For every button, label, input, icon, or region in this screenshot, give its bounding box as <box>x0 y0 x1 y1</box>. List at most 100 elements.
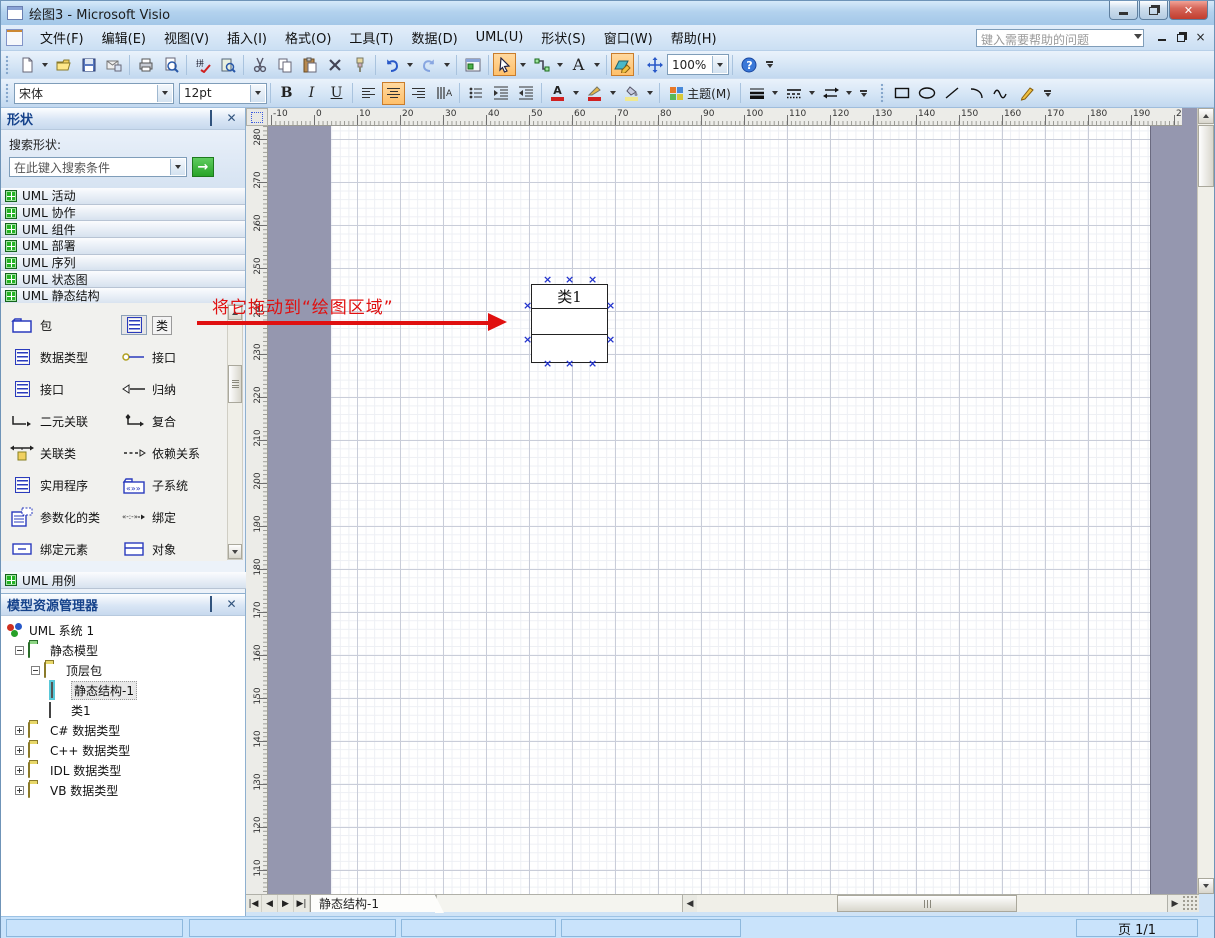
fill-color-button[interactable] <box>620 82 643 105</box>
research-button[interactable] <box>216 53 239 76</box>
next-page-button[interactable]: ▶ <box>278 895 294 912</box>
page-tab[interactable]: 静态结构-1 <box>310 895 436 912</box>
zoom-combo[interactable]: 100% <box>667 54 729 75</box>
hscroll-left-icon[interactable]: ◀ <box>682 895 697 912</box>
format-toolbar-options-dropdown[interactable] <box>857 82 870 105</box>
stencil-uml-usecase[interactable]: UML 用例 <box>1 572 246 589</box>
text-tool-button[interactable]: A <box>567 53 590 76</box>
menu-view[interactable]: 视图(V) <box>155 24 218 51</box>
menu-file[interactable]: 文件(F) <box>31 24 93 51</box>
collapse-icon[interactable] <box>31 666 40 675</box>
panel-close-icon[interactable]: ✕ <box>224 598 239 612</box>
shape-object[interactable]: 对象 <box>113 533 225 565</box>
shape-interface-class[interactable]: 接口 <box>1 373 113 405</box>
shape-binary-association[interactable]: 二元关联 <box>1 405 113 437</box>
bullets-button[interactable] <box>464 82 487 105</box>
line-color-button[interactable] <box>583 82 606 105</box>
model-explorer-titlebar[interactable]: 模型资源管理器 ✕ <box>1 594 245 616</box>
save-button[interactable] <box>77 53 100 76</box>
selection-handle[interactable]: × <box>588 276 597 284</box>
vertical-text-button[interactable]: A <box>432 82 455 105</box>
help-search-dropdown-icon[interactable] <box>1134 34 1142 39</box>
help-search-input[interactable]: 键入需要帮助的问题 <box>976 29 1144 47</box>
scrollbar-thumb[interactable] <box>1198 125 1214 187</box>
shape-subsystem[interactable]: «»»子系统 <box>113 469 225 501</box>
selection-handle[interactable]: × <box>588 360 597 368</box>
decrease-indent-button[interactable] <box>489 82 512 105</box>
font-color-button[interactable]: A <box>546 82 569 105</box>
paste-button[interactable] <box>298 53 321 76</box>
panel-maximize-icon[interactable] <box>203 598 218 612</box>
undo-dropdown[interactable] <box>404 53 415 76</box>
theme-button[interactable]: 主题(M) <box>664 82 736 105</box>
shapes-panel-titlebar[interactable]: 形状 ✕ <box>1 108 245 130</box>
font-name-dropdown-icon[interactable] <box>157 85 172 102</box>
selection-handle[interactable]: × <box>523 336 532 344</box>
shape-class[interactable]: 类 <box>113 309 225 341</box>
shape-utility[interactable]: 实用程序 <box>1 469 113 501</box>
tree-node-cpp-datatypes[interactable]: C++ 数据类型 <box>1 740 245 760</box>
align-center-button[interactable] <box>382 82 405 105</box>
stencil-uml-sequence[interactable]: UML 序列 <box>1 255 245 272</box>
menu-help[interactable]: 帮助(H) <box>662 24 726 51</box>
selection-handle[interactable]: × <box>565 276 574 284</box>
doc-minimize-button[interactable] <box>1158 32 1166 41</box>
scroll-down-icon[interactable] <box>1198 878 1214 894</box>
format-painter-button[interactable] <box>348 53 371 76</box>
drawing-tool-button[interactable] <box>611 53 634 76</box>
menu-format[interactable]: 格式(O) <box>276 24 340 51</box>
menu-shape[interactable]: 形状(S) <box>532 24 594 51</box>
help-button[interactable]: ? <box>737 53 760 76</box>
horizontal-scrollbar[interactable] <box>697 895 1167 912</box>
menu-data[interactable]: 数据(D) <box>403 24 467 51</box>
tree-node-idl-datatypes[interactable]: IDL 数据类型 <box>1 760 245 780</box>
fill-color-dropdown[interactable] <box>644 82 655 105</box>
shape-association-class[interactable]: 关联类 <box>1 437 113 469</box>
tree-node-static-model[interactable]: 静态模型 <box>1 640 245 660</box>
restore-button[interactable] <box>1139 1 1168 20</box>
font-name-combo[interactable]: 宋体 <box>14 83 174 104</box>
search-go-button[interactable]: → <box>192 157 214 177</box>
class-attributes-compartment[interactable] <box>532 309 607 335</box>
italic-button[interactable]: I <box>300 82 323 105</box>
scroll-down-icon[interactable] <box>228 544 242 559</box>
search-dropdown-icon[interactable] <box>170 159 185 175</box>
shape-interface-lollipop[interactable]: 接口 <box>113 341 225 373</box>
expand-icon[interactable] <box>15 786 24 795</box>
selection-handle[interactable]: × <box>523 302 532 310</box>
vertical-scrollbar[interactable] <box>1197 108 1214 894</box>
pointer-tool-button[interactable] <box>493 53 516 76</box>
resize-grip[interactable] <box>1182 895 1199 912</box>
stencil-uml-statechart[interactable]: UML 状态图 <box>1 271 245 288</box>
hscroll-right-icon[interactable]: ▶ <box>1167 895 1182 912</box>
font-size-dropdown-icon[interactable] <box>250 85 265 102</box>
doc-close-button[interactable]: × <box>1195 31 1206 42</box>
shape-binding[interactable]: «-:-»绑定 <box>113 501 225 533</box>
new-document-dropdown[interactable] <box>39 53 50 76</box>
selection-handle[interactable]: × <box>565 360 574 368</box>
expand-icon[interactable] <box>15 726 24 735</box>
pencil-tool-button[interactable] <box>1015 82 1038 105</box>
selection-handle[interactable]: × <box>606 302 615 310</box>
freeform-tool-button[interactable] <box>990 82 1013 105</box>
first-page-button[interactable]: |◀ <box>246 895 262 912</box>
drawing-page[interactable]: 类1 × × × × × × × × × × <box>331 126 1151 894</box>
draw-toolbar-options-dropdown[interactable] <box>1041 82 1054 105</box>
selection-handle[interactable]: × <box>543 360 552 368</box>
underline-button[interactable]: U <box>325 82 348 105</box>
selection-handle[interactable]: × <box>606 336 615 344</box>
shape-list-scrollbar[interactable] <box>227 304 243 560</box>
tree-node-uml-system[interactable]: UML 系统 1 <box>1 620 245 640</box>
prev-page-button[interactable]: ◀ <box>262 895 278 912</box>
connector-tool-dropdown[interactable] <box>554 53 565 76</box>
title-bar[interactable]: 绘图3 - Microsoft Visio ✕ <box>1 1 1214 25</box>
print-preview-button[interactable] <box>159 53 182 76</box>
stencil-uml-collaboration[interactable]: UML 协作 <box>1 205 245 222</box>
expand-icon[interactable] <box>15 746 24 755</box>
tree-node-class1[interactable]: 类1 <box>1 700 245 720</box>
cut-button[interactable] <box>248 53 271 76</box>
print-button[interactable] <box>134 53 157 76</box>
stencil-uml-deployment[interactable]: UML 部署 <box>1 238 245 255</box>
selection-handle[interactable]: × <box>543 276 552 284</box>
shape-search-input[interactable]: 在此键入搜索条件 <box>9 157 187 177</box>
